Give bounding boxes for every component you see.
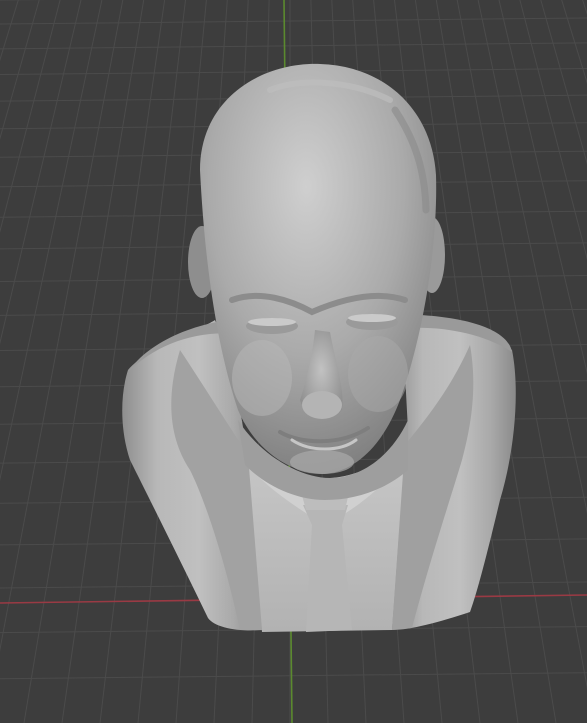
3d-viewport[interactable]: [0, 0, 587, 723]
grid-line: [0, 42, 587, 50]
eye-left-lid: [248, 318, 296, 326]
eye-right-lid: [348, 314, 396, 322]
grid-line: [519, 0, 587, 260]
viewport-canvas[interactable]: [0, 0, 587, 723]
grid-line: [0, 0, 40, 140]
bust-model[interactable]: [122, 63, 516, 632]
nose-tip: [302, 391, 342, 419]
grid-line: [561, 0, 587, 84]
grid-line: [0, 0, 124, 652]
grid-line: [0, 17, 587, 25]
grid-line: [23, 0, 145, 723]
grid-line: [0, 0, 103, 482]
grid-line: [0, 672, 587, 680]
cheek-right: [348, 336, 408, 412]
grid-line: [0, 0, 61, 233]
grid-line: [0, 0, 19, 62]
chin: [290, 450, 354, 474]
cheek-left: [232, 340, 292, 416]
grid-line: [0, 0, 82, 345]
